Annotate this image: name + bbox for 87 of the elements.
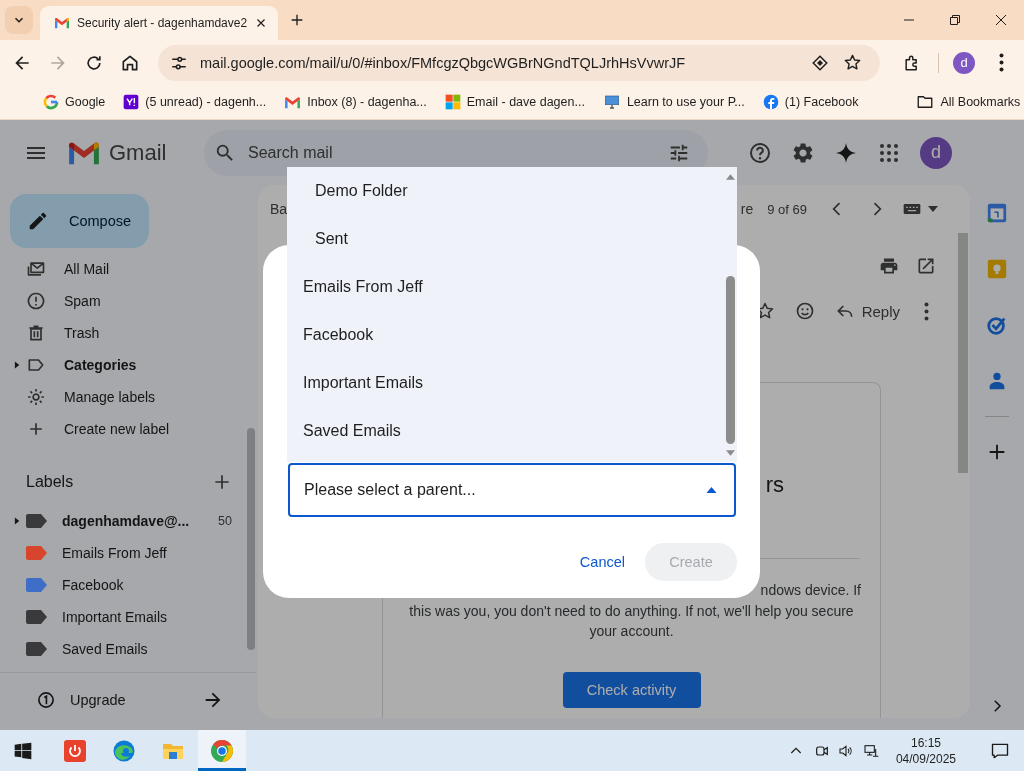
add-label-icon[interactable]: [212, 472, 232, 492]
browser-wave-icon: [112, 738, 136, 763]
nav-item[interactable]: Trash: [26, 317, 232, 349]
speaker-icon[interactable]: [837, 742, 854, 759]
bookmark[interactable]: (1) Facebook: [756, 90, 865, 114]
bookmark[interactable]: Google: [37, 90, 112, 114]
emoji-icon[interactable]: [794, 301, 815, 321]
check-circle-icon[interactable]: [986, 314, 1008, 336]
taskbar-button[interactable]: [198, 730, 246, 771]
parent-select[interactable]: Please select a parent...: [288, 463, 736, 517]
mail-stack-icon: [26, 259, 46, 279]
compose-button[interactable]: Compose: [10, 194, 149, 248]
heading-fragment: rs: [765, 472, 784, 498]
nav-item[interactable]: Categories: [26, 349, 232, 381]
label-item[interactable]: dagenhamdave@...: [26, 505, 219, 537]
dropdown-option[interactable]: Emails From Jeff: [287, 263, 723, 311]
scroll-up-icon[interactable]: [725, 174, 735, 180]
print-icon[interactable]: [879, 256, 899, 276]
text-fragment: ndows device. If: [760, 581, 861, 600]
nav-item[interactable]: Create new label: [26, 413, 232, 445]
message-text: this was you, you don't need to do anything. If not, we'll help you secure your account.: [408, 602, 855, 641]
message-position: 9 of 69: [767, 201, 807, 217]
dropdown-option[interactable]: Saved Emails: [287, 407, 723, 455]
reply-button[interactable]: Reply: [834, 295, 900, 327]
chrome-logo-icon: [210, 738, 234, 763]
scroll-down-icon[interactable]: [725, 450, 735, 456]
address-bar[interactable]: mail.google.com/mail/u/0/#inbox/FMfcgzQbgcWGBrNGndTQLJrhHsVvwrJF: [158, 44, 880, 81]
button-text-fragment: re: [740, 201, 754, 217]
close-icon: [995, 14, 1007, 26]
app-name: Gmail: [109, 139, 168, 166]
help-icon: [748, 140, 772, 165]
trash-icon: [26, 323, 46, 343]
caret-icon: [706, 487, 717, 493]
clock[interactable]: 16:15 04/09/2025: [895, 734, 956, 767]
nav-item[interactable]: All Mail: [26, 253, 232, 285]
profile-avatar[interactable]: d: [953, 51, 975, 74]
bookmark[interactable]: Email - dave dagen...: [438, 90, 591, 114]
button-text-fragment: Ba: [270, 201, 288, 217]
monitor-icon: [602, 94, 621, 110]
all-bookmarks-button[interactable]: All Bookmarks: [910, 89, 1024, 115]
dropdown-option[interactable]: Facebook: [287, 311, 723, 359]
label-item[interactable]: Important Emails: [26, 601, 232, 633]
more-options-icon[interactable]: [924, 301, 929, 321]
url-text: mail.google.com/mail/u/0/#inbox/FMfcgzQbgcWGBrNGndTQLJrhHsVvwrJF: [200, 54, 686, 71]
scrollbar[interactable]: [725, 276, 735, 444]
nav-item[interactable]: Spam: [26, 285, 232, 317]
dropdown-option[interactable]: Important Emails: [287, 359, 723, 407]
settings-icon: [791, 140, 815, 165]
expand-arrow-icon[interactable]: [14, 361, 21, 369]
bookmark[interactable]: Learn to use your P...: [596, 90, 751, 114]
open-in-new-icon[interactable]: [916, 256, 936, 276]
label-item[interactable]: Saved Emails: [26, 633, 232, 665]
section-heading: Labels: [26, 473, 74, 491]
bookmark[interactable]: Inbox (8) - dagenha...: [278, 91, 433, 113]
calendar-icon[interactable]: [986, 202, 1008, 224]
network-icon[interactable]: [861, 742, 880, 759]
pencil-icon: [27, 210, 49, 232]
search-input[interactable]: Search mail: [246, 142, 668, 163]
nav-item[interactable]: Manage labels: [26, 381, 232, 413]
label-item[interactable]: Emails From Jeff: [26, 537, 232, 569]
label-count: 50: [218, 514, 232, 528]
caret-icon[interactable]: [928, 206, 938, 212]
check-activity-button[interactable]: Check activity: [562, 672, 701, 708]
cancel-button[interactable]: Cancel: [567, 543, 637, 581]
round-logo-icon: [762, 94, 779, 110]
more-options-icon: [998, 53, 1004, 72]
four-squares-icon: [444, 94, 461, 110]
label-item[interactable]: Facebook: [26, 569, 232, 601]
windows-logo-icon: [13, 740, 33, 761]
bookmark-star-icon[interactable]: [843, 53, 862, 72]
upgrade-item[interactable]: Upgrade: [36, 690, 202, 710]
square-logo-icon: [123, 94, 140, 110]
browser-tab[interactable]: Security alert - dagenhamdave2: [40, 6, 279, 40]
bookmark[interactable]: (5 unread) - dagenh...: [117, 90, 273, 114]
multicolor-ring-icon: [43, 94, 59, 110]
mail-logo-icon: [54, 17, 70, 29]
diamond-icon[interactable]: [811, 53, 829, 72]
mail-logo-icon: [284, 95, 302, 109]
scrollbar[interactable]: [958, 233, 968, 473]
power-icon: [63, 738, 87, 763]
restore-icon: [949, 14, 961, 26]
account-avatar[interactable]: d: [920, 136, 952, 169]
expand-arrow-icon[interactable]: [14, 517, 21, 525]
dropdown-option[interactable]: Sent: [287, 215, 723, 263]
scrollbar[interactable]: [247, 428, 255, 650]
folder-icon: [916, 93, 935, 111]
info-circle-icon: [36, 690, 56, 710]
